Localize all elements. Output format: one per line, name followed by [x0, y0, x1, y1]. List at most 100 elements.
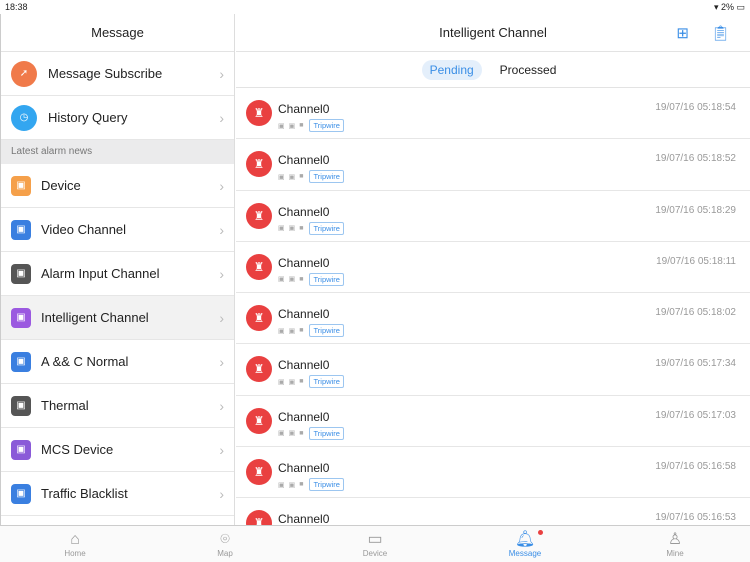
- video-icon: ▣: [288, 173, 296, 181]
- sidebar-item[interactable]: ▣ Device ›: [1, 164, 234, 208]
- video-icon: ▣: [288, 430, 296, 438]
- chevron-right-icon: ›: [219, 221, 224, 238]
- sidebar-item[interactable]: ▣ MCS Device ›: [1, 428, 234, 472]
- alarm-icon: ♜: [246, 253, 272, 280]
- item-label: Video Channel: [41, 222, 127, 237]
- tab-mine[interactable]: ♙ Mine: [600, 526, 750, 562]
- chevron-right-icon: ›: [219, 309, 224, 326]
- clipboard-icon[interactable]: 📋︎: [711, 24, 730, 42]
- event-tag: Tripwire: [309, 426, 344, 440]
- category-icon: ▣: [11, 395, 31, 416]
- timestamp: 19/07/16 05:18:11: [656, 255, 736, 267]
- alarm-row[interactable]: ♜ Channel0 ▣ ▣ ■ Tripwire 19/07/16 05:17:34: [236, 344, 750, 396]
- page-title: Intelligent Channel: [439, 25, 547, 40]
- alarm-row[interactable]: ♜ Channel0 ▣ ▣ ■ Tripwire 19/07/16 05:18:29: [236, 191, 750, 242]
- channel-name: Channel0: [278, 358, 330, 373]
- video-icon: ▣: [288, 481, 296, 489]
- section-header: Latest alarm news: [1, 140, 234, 164]
- status-bar: 18:38 ▾ 2% ▭: [0, 0, 750, 14]
- alarm-row[interactable]: ♜Channel0▣▣■Tripwire19/07/16 05:16:53: [236, 498, 750, 525]
- event-tag: Tripwire: [309, 272, 344, 286]
- channel-name: Channel0: [278, 255, 330, 270]
- category-icon: ▣: [11, 351, 31, 372]
- camera-icon: ■: [299, 122, 304, 129]
- event-tag: Tripwire: [309, 478, 344, 492]
- camera-icon: ■: [299, 481, 304, 489]
- event-tag: Tripwire: [309, 170, 344, 184]
- map-pin-icon: ⌾: [220, 530, 230, 548]
- category-icon: ▣: [11, 219, 31, 240]
- menu-item[interactable]: ◷ History Query ›: [1, 96, 234, 140]
- event-tag: Tripwire: [309, 221, 344, 235]
- event-tag: Tripwire: [309, 324, 344, 338]
- category-icon: ▣: [11, 307, 31, 328]
- sidebar-item[interactable]: ▣ A && C Normal ›: [1, 340, 234, 384]
- tab-label: Mine: [666, 548, 684, 558]
- timestamp: 19/07/16 05:16:53: [655, 512, 736, 524]
- sidebar-item[interactable]: ▣ Video Channel ›: [1, 208, 234, 252]
- item-label: Traffic Blacklist: [41, 486, 128, 501]
- channel-name: Channel0: [278, 409, 330, 424]
- home-icon: ⌂: [70, 530, 80, 548]
- chevron-right-icon: ›: [219, 485, 224, 502]
- tab-map[interactable]: ⌾ Map: [150, 526, 300, 562]
- tab-device[interactable]: ▭ Device: [300, 526, 450, 562]
- tab-label: Message: [508, 548, 542, 558]
- tab-message[interactable]: 🔔︎ Message: [450, 526, 600, 562]
- image-icon: ▣: [278, 173, 285, 181]
- device-icon: ▭: [367, 530, 383, 548]
- alarm-icon: ♜: [246, 510, 272, 525]
- item-label: Message Subscribe: [48, 66, 163, 81]
- tab-pending[interactable]: Pending: [421, 59, 482, 80]
- alarm-row[interactable]: ♜ Channel0 ▣ ▣ ■ Tripwire 19/07/16 05:18:11: [236, 242, 750, 294]
- image-icon: ▣: [278, 481, 285, 489]
- alarm-row[interactable]: ♜ Channel0 ▣ ▣ ■ Tripwire 19/07/16 05:18:52: [236, 139, 750, 191]
- chevron-right-icon: ›: [219, 265, 224, 282]
- channel-name: Channel0: [278, 461, 330, 476]
- left-title: Message: [1, 14, 234, 52]
- camera-icon: ■: [299, 378, 304, 386]
- item-label: A && C Normal: [41, 354, 129, 369]
- sidebar-item[interactable]: ▣ Intelligent Channel ›: [1, 296, 234, 340]
- event-tag: Tripwire: [309, 375, 344, 389]
- camera-icon: ■: [299, 429, 304, 437]
- timestamp: 19/07/16 05:18:54: [655, 102, 736, 113]
- bell-icon: 🔔︎: [514, 530, 536, 548]
- sidebar-item[interactable]: ▣ Thermal ›: [1, 384, 234, 428]
- alarm-row[interactable]: ♜ Channel0 ▣ ▣ ■ Tripwire 19/07/16 05:16:58: [236, 447, 750, 499]
- timestamp: 19/07/16 05:18:02: [655, 307, 736, 319]
- sidebar-item[interactable]: ▣ Traffic Blacklist ›: [1, 472, 234, 516]
- item-label: Alarm Input Channel: [41, 266, 160, 281]
- chevron-right-icon: ›: [219, 353, 224, 370]
- chevron-right-icon: ›: [219, 65, 224, 82]
- tab-label: Home: [64, 548, 86, 558]
- event-tag: Tripwire: [309, 119, 344, 132]
- alarm-row[interactable]: ♜ Channel0 ▣ ▣ ■ Tripwire 19/07/16 05:18:54: [236, 88, 750, 140]
- menu-item[interactable]: ➚ Message Subscribe ›: [1, 52, 234, 96]
- item-label: History Query: [48, 110, 128, 125]
- camera-icon: ■: [299, 173, 304, 181]
- chevron-right-icon: ›: [219, 441, 224, 458]
- image-icon: ▣: [278, 122, 285, 130]
- channel-name: Channel0: [278, 307, 330, 322]
- channel-name: Channel0: [278, 153, 330, 168]
- alarm-icon: ♜: [246, 151, 272, 178]
- camera-icon: ■: [299, 327, 304, 335]
- timestamp: 19/07/16 05:16:58: [655, 461, 736, 473]
- paper-plane-icon: ➚: [11, 60, 37, 87]
- camera-icon: ■: [299, 224, 304, 232]
- alarm-icon: ♜: [246, 356, 272, 383]
- tab-processed[interactable]: Processed: [492, 60, 565, 80]
- image-icon: ▣: [278, 327, 285, 335]
- alarm-icon: ♜: [246, 407, 272, 434]
- right-panel: Intelligent Channel ⊞ 📋︎ Pending Processe…: [236, 14, 750, 525]
- video-icon: ▣: [288, 225, 296, 233]
- sidebar-item[interactable]: ▣ Alarm Input Channel ›: [1, 252, 234, 296]
- item-label: Thermal: [41, 398, 89, 413]
- alarm-row[interactable]: ♜ Channel0 ▣ ▣ ■ Tripwire 19/07/16 05:17:03: [236, 396, 750, 448]
- tab-label: Map: [217, 548, 233, 558]
- grid-select-icon[interactable]: ⊞: [676, 24, 689, 42]
- alarm-row[interactable]: ♜ Channel0 ▣ ▣ ■ Tripwire 19/07/16 05:18:02: [236, 293, 750, 345]
- tab-home[interactable]: ⌂ Home: [0, 526, 150, 562]
- timestamp: 19/07/16 05:18:29: [655, 204, 736, 216]
